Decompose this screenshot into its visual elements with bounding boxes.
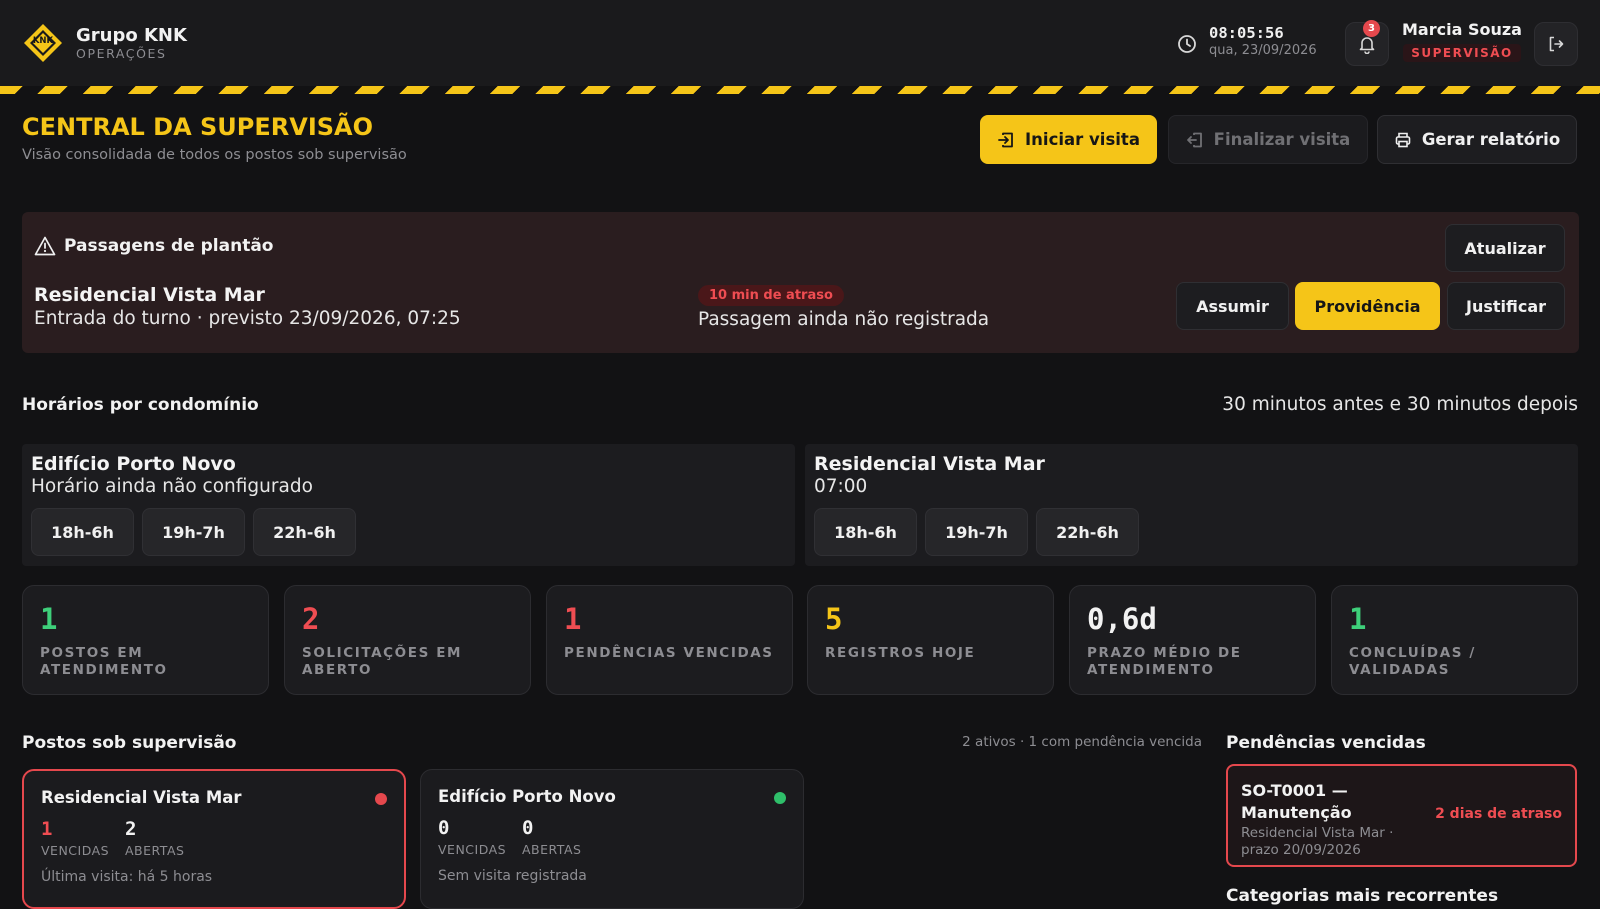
clock: 08:05:56 qua, 23/09/2026 <box>1177 24 1317 60</box>
clock-date: qua, 23/09/2026 <box>1209 43 1317 58</box>
stat-card: 5 Registros hoje <box>807 585 1054 695</box>
schedule-card: Edifício Porto Novo Horário ainda não co… <box>22 444 795 566</box>
user-info[interactable]: Marcia Souza SUPERVISÃO <box>1402 20 1522 62</box>
shift-chip[interactable]: 18h-6h <box>31 508 134 556</box>
logout-button[interactable] <box>1534 22 1578 66</box>
shift-handover-alert: Passagens de plantão Atualizar Residenci… <box>22 212 1579 353</box>
notifications-button[interactable]: 3 <box>1345 20 1389 66</box>
schedule-site-name: Edifício Porto Novo <box>31 453 236 475</box>
shift-chip[interactable]: 19h-7h <box>142 508 245 556</box>
user-role-badge: SUPERVISÃO <box>1403 44 1521 62</box>
page-subtitle: Visão consolidada de todos os postos sob… <box>22 147 407 163</box>
last-visit: Sem visita registrada <box>438 868 587 884</box>
brand-name: Grupo KNK <box>76 24 187 46</box>
justify-button[interactable]: Justificar <box>1447 282 1565 330</box>
logout-icon <box>1186 132 1202 147</box>
stat-card: 1 Concluídas / validadas <box>1331 585 1578 695</box>
start-visit-label: Iniciar visita <box>1025 130 1140 149</box>
status-dot <box>375 793 387 805</box>
delay-badge: 10 min de atraso <box>698 285 844 306</box>
last-visit: Última visita: há 5 horas <box>41 869 213 885</box>
schedules-title: Horários por condomínio <box>22 395 259 415</box>
alert-title: Passagens de plantão <box>64 236 274 256</box>
overdue-item-subtitle: Residencial Vista Mar · prazo 20/09/2026 <box>1241 825 1394 858</box>
stat-label: Registros hoje <box>825 645 976 661</box>
post-card[interactable]: Residencial Vista Mar 1 VENCIDAS 2 ABERT… <box>22 769 406 909</box>
handover-status: Passagem ainda não registrada <box>698 309 990 330</box>
shift-chip[interactable]: 22h-6h <box>253 508 356 556</box>
post-name: Edifício Porto Novo <box>438 787 616 806</box>
overdue-delay-badge: 2 dias de atraso <box>1435 806 1562 822</box>
posts-title: Postos sob supervisão <box>22 733 237 753</box>
top-bar: KNK Grupo KNK OPERAÇÕES 08:05:56 qua, 23… <box>0 0 1600 86</box>
bell-icon <box>1359 37 1375 54</box>
open-label: ABERTAS <box>522 842 582 857</box>
brand[interactable]: KNK Grupo KNK OPERAÇÕES <box>22 22 187 64</box>
schedules-note: 30 minutos antes e 30 minutos depois <box>1222 394 1578 415</box>
alert-detail: Entrada do turno · previsto 23/09/2026, … <box>34 308 461 329</box>
stat-label: Prazo médio de atendimento <box>1087 645 1242 678</box>
overdue-item[interactable]: SO-T0001 — Manutenção Residencial Vista … <box>1226 764 1577 867</box>
categories-title: Categorias mais recorrentes <box>1226 886 1499 906</box>
stat-label: Pendências vencidas <box>564 645 774 661</box>
overdue-label: VENCIDAS <box>41 843 110 858</box>
open-count: 0 <box>522 817 534 839</box>
shift-chip[interactable]: 22h-6h <box>1036 508 1139 556</box>
stat-value: 1 <box>1349 602 1367 636</box>
page-title: CENTRAL DA SUPERVISÃO <box>22 113 374 141</box>
shift-chip[interactable]: 19h-7h <box>925 508 1028 556</box>
shift-chip[interactable]: 18h-6h <box>814 508 917 556</box>
end-visit-button[interactable]: Finalizar visita <box>1168 115 1368 164</box>
stat-card: 0,6d Prazo médio de atendimento <box>1069 585 1316 695</box>
logo-text: KNK <box>32 36 54 46</box>
stat-value: 2 <box>302 602 320 636</box>
stat-card: 1 Postos em atendimento <box>22 585 269 695</box>
warning-icon <box>34 236 56 256</box>
stat-card: 1 Pendências vencidas <box>546 585 793 695</box>
stat-card: 2 Solicitações em aberto <box>284 585 531 695</box>
generate-report-label: Gerar relatório <box>1421 130 1561 149</box>
schedule-time: Horário ainda não configurado <box>31 476 313 497</box>
post-card[interactable]: Edifício Porto Novo 0 VENCIDAS 0 ABERTAS… <box>420 769 804 909</box>
hazard-stripe <box>0 86 1600 94</box>
printer-icon <box>1395 132 1411 147</box>
overdue-count: 0 <box>438 817 450 839</box>
alert-site-name: Residencial Vista Mar <box>34 284 265 306</box>
knk-logo-icon: KNK <box>22 22 64 64</box>
overdue-label: VENCIDAS <box>438 842 507 857</box>
open-label: ABERTAS <box>125 843 185 858</box>
notification-count-badge: 3 <box>1363 20 1380 37</box>
assume-button[interactable]: Assumir <box>1176 282 1289 330</box>
clock-icon <box>1178 35 1196 53</box>
posts-meta: 2 ativos · 1 com pendência vencida <box>962 734 1202 750</box>
stat-value: 5 <box>825 602 843 636</box>
start-visit-button[interactable]: Iniciar visita <box>980 115 1157 164</box>
stat-value: 1 <box>564 602 582 636</box>
end-visit-label: Finalizar visita <box>1213 130 1351 149</box>
brand-subtitle: OPERAÇÕES <box>76 45 167 61</box>
schedule-card: Residencial Vista Mar 07:00 18h-6h 19h-7… <box>805 444 1578 566</box>
stat-label: Concluídas / validadas <box>1349 645 1476 678</box>
user-name: Marcia Souza <box>1402 20 1522 39</box>
refresh-button[interactable]: Atualizar <box>1445 224 1565 272</box>
schedule-site-name: Residencial Vista Mar <box>814 453 1045 475</box>
overdue-title: Pendências vencidas <box>1226 733 1426 753</box>
logout-icon <box>1549 36 1564 52</box>
post-name: Residencial Vista Mar <box>41 788 242 807</box>
status-dot <box>774 792 786 804</box>
open-count: 2 <box>125 818 137 840</box>
schedule-time: 07:00 <box>814 476 868 497</box>
stat-label: Solicitações em aberto <box>302 645 463 678</box>
take-action-button[interactable]: Providência <box>1295 282 1440 330</box>
overdue-count: 1 <box>41 818 53 840</box>
stat-label: Postos em atendimento <box>40 645 168 678</box>
generate-report-button[interactable]: Gerar relatório <box>1377 115 1577 164</box>
overdue-item-title: SO-T0001 — Manutenção <box>1241 781 1352 822</box>
stat-value: 1 <box>40 602 58 636</box>
stat-value: 0,6d <box>1087 602 1157 636</box>
clock-time: 08:05:56 <box>1209 24 1284 42</box>
login-icon <box>998 132 1013 147</box>
